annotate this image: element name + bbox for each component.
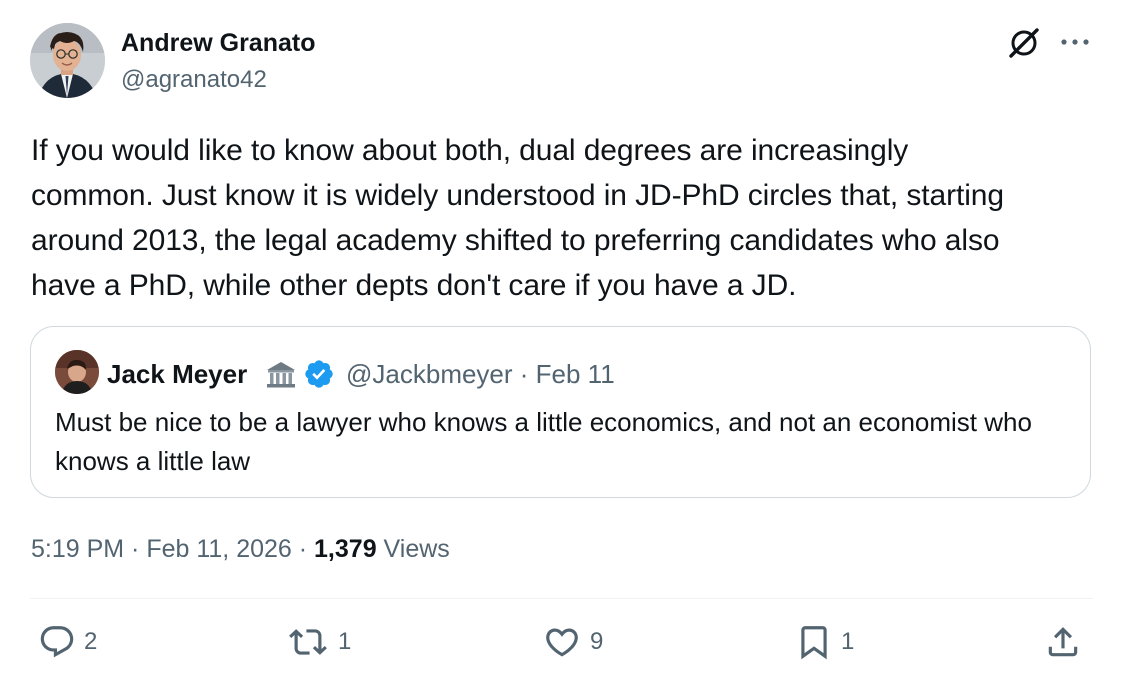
repost-icon <box>289 629 327 655</box>
bank-emoji-glyph <box>267 362 295 388</box>
bookmark-icon <box>801 626 827 660</box>
like-count: 9 <box>590 628 604 655</box>
repost-count: 1 <box>338 628 352 655</box>
quoted-tweet[interactable]: Jack Meyer @Jackbmeyer · Feb 11 Must be … <box>30 326 1091 498</box>
views-label: Views <box>376 535 450 563</box>
reply-button[interactable]: 2 <box>38 622 97 662</box>
like-button[interactable]: 9 <box>542 622 603 662</box>
tweet-timestamp[interactable]: 5:19 PM · Feb 11, 2026 · <box>31 535 314 563</box>
quote-author-avatar <box>55 350 99 394</box>
grok-icon-glyph <box>1009 28 1039 58</box>
verified-badge-glyph <box>305 360 333 388</box>
quote-text: Must be nice to be a lawyer who knows a … <box>55 407 1032 476</box>
like-icon <box>546 628 578 657</box>
more-icon-glyph <box>1061 39 1089 45</box>
verified-badge-icon <box>303 358 335 390</box>
repost-button[interactable]: 1 <box>286 622 351 662</box>
tweet-meta: 5:19 PM · Feb 11, 2026 · 1,379 Views <box>31 535 450 564</box>
author-handle[interactable]: @agranato42 <box>121 66 267 94</box>
share-icon <box>1048 627 1078 657</box>
reply-count: 2 <box>84 628 98 655</box>
quote-handle-date: @Jackbmeyer · Feb 11 <box>346 359 615 389</box>
author-name[interactable]: Andrew Granato <box>121 29 315 58</box>
tweet-card: Andrew Granato @agranato42 If you would … <box>0 0 1123 681</box>
tweet-text: If you would like to know about both, du… <box>31 134 1004 302</box>
views-count: 1,379 <box>314 535 377 563</box>
reply-icon <box>40 626 74 658</box>
divider <box>30 598 1093 599</box>
author-avatar-image <box>30 23 105 98</box>
grok-icon[interactable] <box>1006 25 1042 61</box>
quote-avatar-image <box>55 350 99 394</box>
share-button[interactable] <box>1044 622 1082 662</box>
more-icon[interactable] <box>1057 29 1093 55</box>
bookmark-button[interactable]: 1 <box>795 622 854 662</box>
bookmark-count: 1 <box>841 628 855 655</box>
author-avatar[interactable] <box>30 23 105 98</box>
bank-emoji-icon <box>265 360 297 390</box>
quote-author-name: Jack Meyer <box>107 359 248 389</box>
